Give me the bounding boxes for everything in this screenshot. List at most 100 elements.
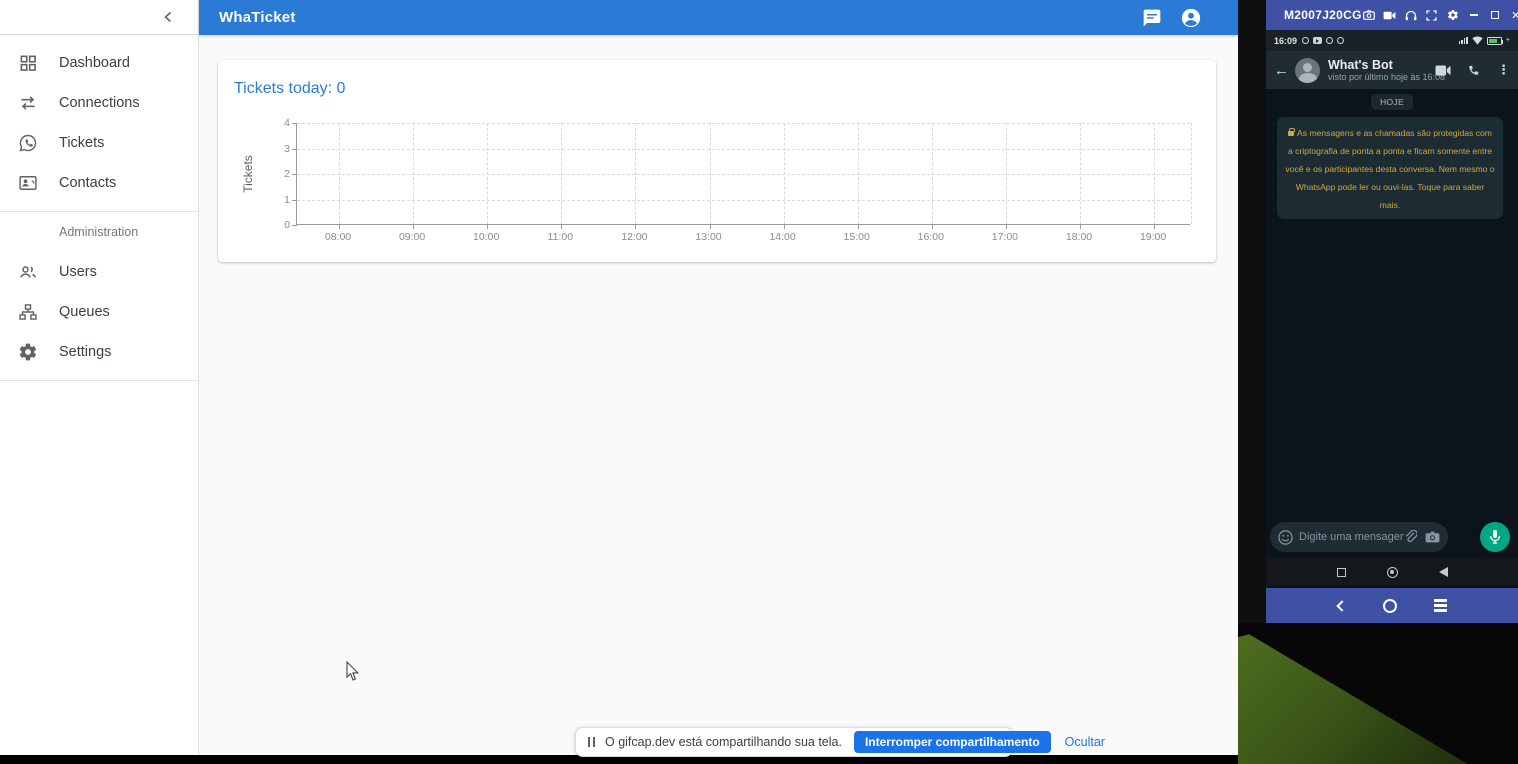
whatsapp-header: ← What's Bot visto por último hoje às 16… <box>1266 51 1518 89</box>
app-bar: WhaTicket <box>199 0 1238 35</box>
lock-icon <box>1288 131 1294 136</box>
tickets-today-card: Tickets today: 0 Tickets 01234 08:0009:0… <box>218 60 1216 262</box>
status-time: 16:09 <box>1274 36 1297 46</box>
x-tick-label: 13:00 <box>695 231 721 243</box>
back-icon[interactable] <box>1439 567 1448 577</box>
x-tick-label: 19:00 <box>1140 231 1166 243</box>
app-title: WhaTicket <box>219 9 296 26</box>
whaticket-app-window: Dashboard Connections Tickets Contacts <box>0 0 1238 755</box>
people-icon <box>16 260 40 284</box>
youtube-notification-icon <box>1313 37 1322 44</box>
y-tick-label: 0 <box>284 219 290 231</box>
camera-icon[interactable] <box>1362 8 1376 22</box>
sidebar-item-label: Connections <box>59 95 140 111</box>
recents-icon[interactable] <box>1337 568 1346 577</box>
camera-icon[interactable] <box>1425 531 1440 543</box>
scrcpy-nav-bar <box>1266 588 1518 623</box>
call-icon[interactable] <box>1467 63 1481 77</box>
sidebar-item-label: Queues <box>59 304 110 320</box>
stop-sharing-button[interactable]: Interromper compartilhamento <box>854 731 1051 753</box>
y-tick-label: 4 <box>284 117 290 129</box>
battery-icon <box>1487 37 1502 45</box>
encryption-notice-text: As mensagens e as chamadas são protegida… <box>1285 128 1494 210</box>
fullscreen-icon[interactable] <box>1425 8 1439 22</box>
chart-y-axis-title: Tickets <box>240 123 256 225</box>
emoji-icon[interactable] <box>1278 530 1293 545</box>
tree-icon <box>16 300 40 324</box>
tickets-chart: Tickets 01234 08:0009:0010:0011:0012:001… <box>218 60 1216 262</box>
sidebar-header <box>0 0 198 35</box>
sidebar-item-users[interactable]: Users <box>0 252 198 292</box>
sidebar-nav: Dashboard Connections Tickets Contacts <box>0 35 198 381</box>
mic-button[interactable] <box>1480 522 1510 552</box>
sidebar-item-dashboard[interactable]: Dashboard <box>0 43 198 83</box>
x-tick-label: 08:00 <box>325 231 351 243</box>
wallpaper-hill <box>1238 623 1518 764</box>
collapse-sidebar-button[interactable] <box>156 5 180 29</box>
account-circle-icon[interactable] <box>1180 7 1202 29</box>
dashboard-icon <box>16 51 40 75</box>
phone-window-titlebar[interactable]: M2007J20CG ✕ <box>1266 0 1518 30</box>
chat-area: HOJE As mensagens e as chamadas são prot… <box>1266 89 1518 558</box>
maximize-icon[interactable] <box>1488 8 1502 22</box>
screen-share-bar: O gifcap.dev está compartilhando sua tel… <box>575 727 1013 757</box>
signal-icon <box>1459 37 1468 45</box>
contact-last-seen: visto por último hoje às 16:08 <box>1328 72 1435 83</box>
paperclip-icon[interactable] <box>1404 530 1417 544</box>
android-status-bar: 16:09 + <box>1266 30 1518 51</box>
x-tick-label: 10:00 <box>473 231 499 243</box>
sidebar-divider <box>0 380 198 381</box>
sidebar-item-label: Settings <box>59 344 111 360</box>
pause-icon <box>588 737 595 747</box>
scrcpy-phone-window: M2007J20CG ✕ 16:09 <box>1266 0 1518 623</box>
videocam-icon[interactable] <box>1383 8 1397 22</box>
sidebar-item-queues[interactable]: Queues <box>0 292 198 332</box>
desktop-wallpaper <box>1238 623 1518 764</box>
close-icon[interactable]: ✕ <box>1509 8 1518 22</box>
sidebar-item-label: Contacts <box>59 175 116 191</box>
hide-share-bar-link[interactable]: Ocultar <box>1065 735 1105 749</box>
contact-name: What's Bot <box>1328 58 1435 72</box>
menu-icon[interactable] <box>1434 599 1447 612</box>
y-tick-label: 3 <box>284 143 290 155</box>
message-input[interactable]: Digite uma mensagem <box>1270 522 1448 552</box>
charging-icon: + <box>1506 37 1510 44</box>
home-circle-icon[interactable] <box>1383 599 1397 613</box>
x-tick-label: 14:00 <box>769 231 795 243</box>
chart-x-labels: 08:0009:0010:0011:0012:0013:0014:0015:00… <box>296 231 1190 247</box>
chat-icon[interactable] <box>1141 7 1163 29</box>
sidebar-item-label: Dashboard <box>59 55 130 71</box>
kebab-menu-icon[interactable]: ⋮ <box>1497 62 1510 78</box>
sidebar-item-label: Tickets <box>59 135 104 151</box>
sidebar-item-label: Users <box>59 264 97 280</box>
android-nav-bar <box>1266 558 1518 586</box>
sidebar-item-tickets[interactable]: Tickets <box>0 123 198 163</box>
gear-icon[interactable] <box>1446 8 1460 22</box>
contact-avatar[interactable] <box>1295 58 1320 83</box>
gear-icon <box>16 340 40 364</box>
encryption-notice[interactable]: As mensagens e as chamadas são protegida… <box>1277 117 1503 219</box>
notification-icon <box>1337 37 1344 44</box>
sidebar-item-settings[interactable]: Settings <box>0 332 198 372</box>
sidebar-item-connections[interactable]: Connections <box>0 83 198 123</box>
message-placeholder: Digite uma mensagem <box>1299 531 1404 543</box>
back-chevron-icon[interactable] <box>1336 600 1347 611</box>
sidebar: Dashboard Connections Tickets Contacts <box>0 0 199 755</box>
mouse-cursor <box>345 661 361 683</box>
back-arrow-icon[interactable]: ← <box>1274 62 1289 79</box>
x-tick-label: 17:00 <box>992 231 1018 243</box>
wifi-icon <box>1472 36 1483 45</box>
alarm-icon <box>1302 37 1309 44</box>
videocam-icon[interactable] <box>1435 65 1451 76</box>
sidebar-item-contacts[interactable]: Contacts <box>0 163 198 203</box>
contact-card-icon <box>16 171 40 195</box>
message-input-row: Digite uma mensagem <box>1266 521 1518 553</box>
headphones-icon[interactable] <box>1404 8 1418 22</box>
y-tick-label: 1 <box>284 194 290 206</box>
contact-info[interactable]: What's Bot visto por último hoje às 16:0… <box>1328 58 1435 83</box>
minimize-icon[interactable] <box>1467 8 1481 22</box>
home-icon[interactable] <box>1387 567 1398 578</box>
x-tick-label: 16:00 <box>918 231 944 243</box>
x-tick-label: 18:00 <box>1066 231 1092 243</box>
chart-plot <box>296 123 1190 225</box>
